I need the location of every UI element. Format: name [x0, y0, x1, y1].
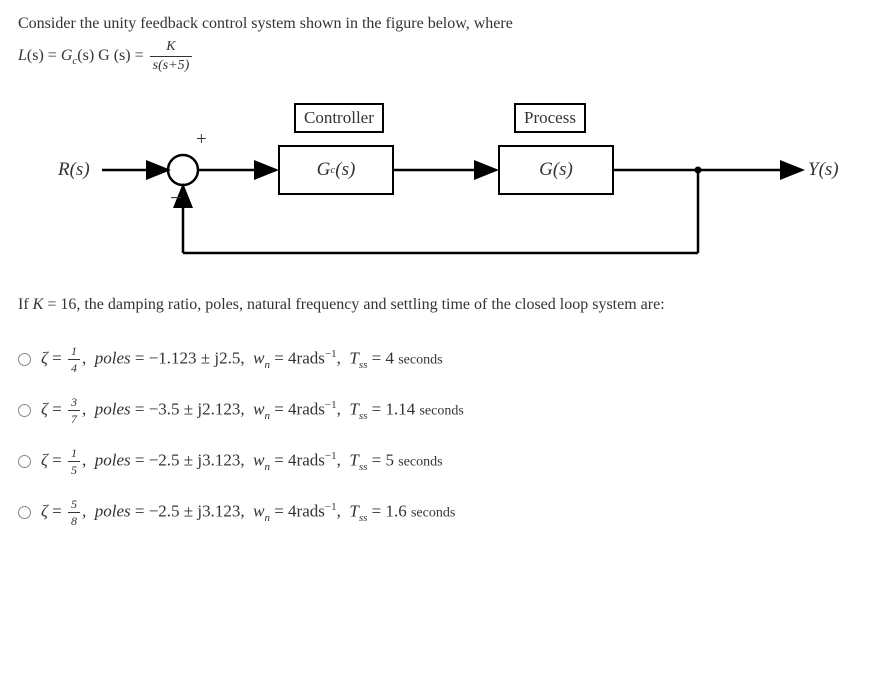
- radio-icon[interactable]: [18, 455, 31, 468]
- option-3[interactable]: ζ = 58, poles = −2.5 ± j3.123, wn = 4rad…: [18, 498, 878, 527]
- option-text: ζ = 37, poles = −3.5 ± j2.123, wn = 4rad…: [41, 396, 464, 425]
- block-diagram: Controller Process Gc(s) G(s) R(s) Y(s) …: [58, 85, 848, 275]
- followup-text: If K = 16, the damping ratio, poles, nat…: [18, 293, 878, 317]
- sG: (s) G (s) =: [77, 47, 147, 64]
- lhs-L: L: [18, 47, 27, 64]
- gc-block: Gc(s): [278, 145, 394, 195]
- signal-r: R(s): [58, 159, 90, 181]
- radio-icon[interactable]: [18, 353, 31, 366]
- controller-label: Controller: [294, 103, 384, 133]
- frac-den: s(s+5): [150, 57, 193, 73]
- question-prefix: Consider the unity feedback control syst…: [18, 15, 513, 32]
- gc-s: (s): [335, 159, 355, 181]
- followup-prefix: If: [18, 296, 33, 313]
- process-label: Process: [514, 103, 586, 133]
- Gc: G: [61, 47, 73, 64]
- question-text: Consider the unity feedback control syst…: [18, 12, 878, 36]
- lhs-s: (s): [27, 47, 44, 64]
- plus-sign: +: [196, 129, 207, 151]
- followup-rest: , the damping ratio, poles, natural freq…: [76, 296, 664, 313]
- g-block: G(s): [498, 145, 614, 195]
- option-text: ζ = 15, poles = −2.5 ± j3.123, wn = 4rad…: [41, 447, 443, 476]
- radio-icon[interactable]: [18, 506, 31, 519]
- option-text: ζ = 58, poles = −2.5 ± j3.123, wn = 4rad…: [41, 498, 455, 527]
- minus-sign: −: [170, 185, 182, 211]
- eq1: =: [44, 47, 61, 64]
- gc-g: G: [317, 159, 331, 181]
- radio-icon[interactable]: [18, 404, 31, 417]
- frac-num: K: [150, 40, 193, 57]
- option-1[interactable]: ζ = 37, poles = −3.5 ± j2.123, wn = 4rad…: [18, 396, 878, 425]
- equation-line: L(s) = Gc(s) G (s) = K s(s+5): [18, 40, 878, 73]
- followup-eq: = 16: [43, 296, 76, 313]
- followup-K: K: [33, 296, 44, 313]
- signal-y: Y(s): [808, 159, 839, 181]
- option-0[interactable]: ζ = 14, poles = −1.123 ± j2.5, wn = 4rad…: [18, 345, 878, 374]
- option-text: ζ = 14, poles = −1.123 ± j2.5, wn = 4rad…: [41, 345, 443, 374]
- option-2[interactable]: ζ = 15, poles = −2.5 ± j3.123, wn = 4rad…: [18, 447, 878, 476]
